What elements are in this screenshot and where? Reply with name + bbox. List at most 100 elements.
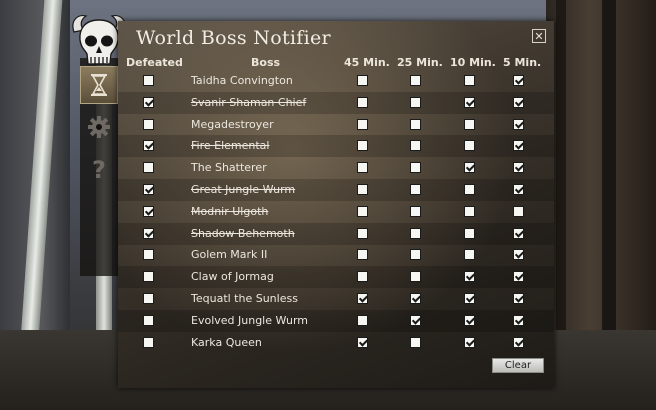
boss-name: Modnir Ulgoth [191, 204, 269, 218]
notify-10-min-checkbox[interactable] [464, 184, 475, 195]
defeated-checkbox[interactable] [143, 249, 154, 261]
notify-45-min-checkbox[interactable] [357, 314, 368, 326]
window-title: World Boss Notifier [136, 27, 331, 49]
notify-45-min-checkbox[interactable] [357, 140, 368, 152]
notify-25-min-checkbox[interactable] [410, 293, 421, 304]
notify-45-min-checkbox[interactable] [357, 118, 368, 130]
defeated-checkbox[interactable] [143, 140, 154, 152]
defeated-checkbox[interactable] [143, 96, 154, 108]
notify-25-min-checkbox[interactable] [410, 162, 421, 174]
boss-name: The Shatterer [191, 161, 267, 175]
notify-5-min-checkbox[interactable] [513, 293, 524, 304]
notify-45-min-checkbox[interactable] [357, 96, 368, 108]
notify-45-min-checkbox[interactable] [357, 293, 368, 304]
notify-5-min-checkbox[interactable] [513, 118, 524, 130]
hourglass-icon [89, 73, 109, 97]
notify-10-min-checkbox[interactable] [464, 293, 475, 304]
defeated-checkbox[interactable] [143, 184, 154, 195]
defeated-checkbox[interactable] [143, 336, 154, 348]
notify-10-min-checkbox[interactable] [464, 249, 475, 261]
notify-5-min-checkbox[interactable] [513, 140, 524, 152]
notify-25-min-checkbox[interactable] [410, 96, 421, 108]
boss-row: Fire Elemental [118, 135, 554, 158]
boss-row: Megadestroyer [118, 114, 554, 136]
boss-name: Shadow Behemoth [191, 226, 295, 240]
notify-10-min-checkbox[interactable] [464, 118, 475, 130]
notify-5-min-checkbox[interactable] [513, 75, 524, 86]
defeated-checkbox[interactable] [143, 75, 154, 86]
notify-25-min-checkbox[interactable] [410, 140, 421, 152]
notify-45-min-checkbox[interactable] [357, 336, 368, 348]
notify-45-min-checkbox[interactable] [357, 75, 368, 86]
boss-name: Evolved Jungle Wurm [191, 313, 308, 327]
notify-25-min-checkbox[interactable] [410, 271, 421, 283]
boss-name: Megadestroyer [191, 117, 274, 131]
boss-row: The Shatterer [118, 157, 554, 179]
defeated-checkbox[interactable] [143, 205, 154, 217]
column-header-45-min: 45 Min. [344, 56, 390, 69]
column-header-10-min: 10 Min. [450, 56, 496, 69]
notify-25-min-checkbox[interactable] [410, 314, 421, 326]
notify-45-min-checkbox[interactable] [357, 162, 368, 174]
notify-25-min-checkbox[interactable] [410, 118, 421, 130]
defeated-checkbox[interactable] [143, 293, 154, 304]
notify-25-min-checkbox[interactable] [410, 75, 421, 86]
notify-5-min-checkbox[interactable] [513, 249, 524, 261]
notify-5-min-checkbox[interactable] [513, 271, 524, 283]
defeated-checkbox[interactable] [143, 162, 154, 174]
boss-row: Tequatl the Sunless [118, 288, 554, 310]
notify-45-min-checkbox[interactable] [357, 227, 368, 239]
boss-row: Modnir Ulgoth [118, 201, 554, 223]
boss-name: Svanir Shaman Chief [191, 95, 307, 109]
notify-45-min-checkbox[interactable] [357, 249, 368, 261]
notify-10-min-checkbox[interactable] [464, 314, 475, 326]
defeated-checkbox[interactable] [143, 118, 154, 130]
side-tab-timers[interactable] [80, 66, 118, 104]
help-icon: ? [89, 156, 109, 182]
boss-row: Shadow Behemoth [118, 222, 554, 245]
boss-row: Evolved Jungle Wurm [118, 309, 554, 332]
notify-10-min-checkbox[interactable] [464, 162, 475, 174]
boss-name: Claw of Jormag [191, 270, 274, 284]
column-header-defeated: Defeated [126, 56, 183, 69]
boss-row: Taidha Convington [118, 70, 554, 92]
defeated-checkbox[interactable] [143, 271, 154, 283]
side-tab-settings[interactable] [80, 108, 118, 146]
notify-25-min-checkbox[interactable] [410, 205, 421, 217]
notify-10-min-checkbox[interactable] [464, 336, 475, 348]
notify-5-min-checkbox[interactable] [513, 336, 524, 348]
notify-45-min-checkbox[interactable] [357, 184, 368, 195]
svg-text:?: ? [92, 156, 106, 182]
notify-25-min-checkbox[interactable] [410, 336, 421, 348]
side-tab-help[interactable]: ? [80, 150, 118, 188]
boss-row: Great Jungle Wurm [118, 179, 554, 201]
column-header-25-min: 25 Min. [397, 56, 443, 69]
notify-10-min-checkbox[interactable] [464, 205, 475, 217]
notify-5-min-checkbox[interactable] [513, 162, 524, 174]
notify-5-min-checkbox[interactable] [513, 227, 524, 239]
defeated-checkbox[interactable] [143, 227, 154, 239]
notify-5-min-checkbox[interactable] [513, 96, 524, 108]
notify-10-min-checkbox[interactable] [464, 75, 475, 86]
notify-10-min-checkbox[interactable] [464, 271, 475, 283]
notify-10-min-checkbox[interactable] [464, 96, 475, 108]
notify-10-min-checkbox[interactable] [464, 140, 475, 152]
notify-5-min-checkbox[interactable] [513, 205, 524, 217]
notify-45-min-checkbox[interactable] [357, 205, 368, 217]
notify-25-min-checkbox[interactable] [410, 227, 421, 239]
notify-45-min-checkbox[interactable] [357, 271, 368, 283]
clear-button[interactable]: Clear [492, 358, 544, 373]
notify-5-min-checkbox[interactable] [513, 314, 524, 326]
notify-25-min-checkbox[interactable] [410, 249, 421, 261]
column-header-boss: Boss [251, 56, 281, 69]
notify-25-min-checkbox[interactable] [410, 184, 421, 195]
defeated-checkbox[interactable] [143, 314, 154, 326]
boss-name: Great Jungle Wurm [191, 183, 296, 196]
boss-name: Karka Queen [191, 335, 262, 349]
notify-10-min-checkbox[interactable] [464, 227, 475, 239]
column-header-5-min: 5 Min. [503, 56, 542, 69]
notify-5-min-checkbox[interactable] [513, 184, 524, 195]
boss-name: Fire Elemental [191, 139, 270, 153]
boss-row: Claw of Jormag [118, 266, 554, 289]
close-button[interactable]: ✕ [532, 29, 546, 43]
